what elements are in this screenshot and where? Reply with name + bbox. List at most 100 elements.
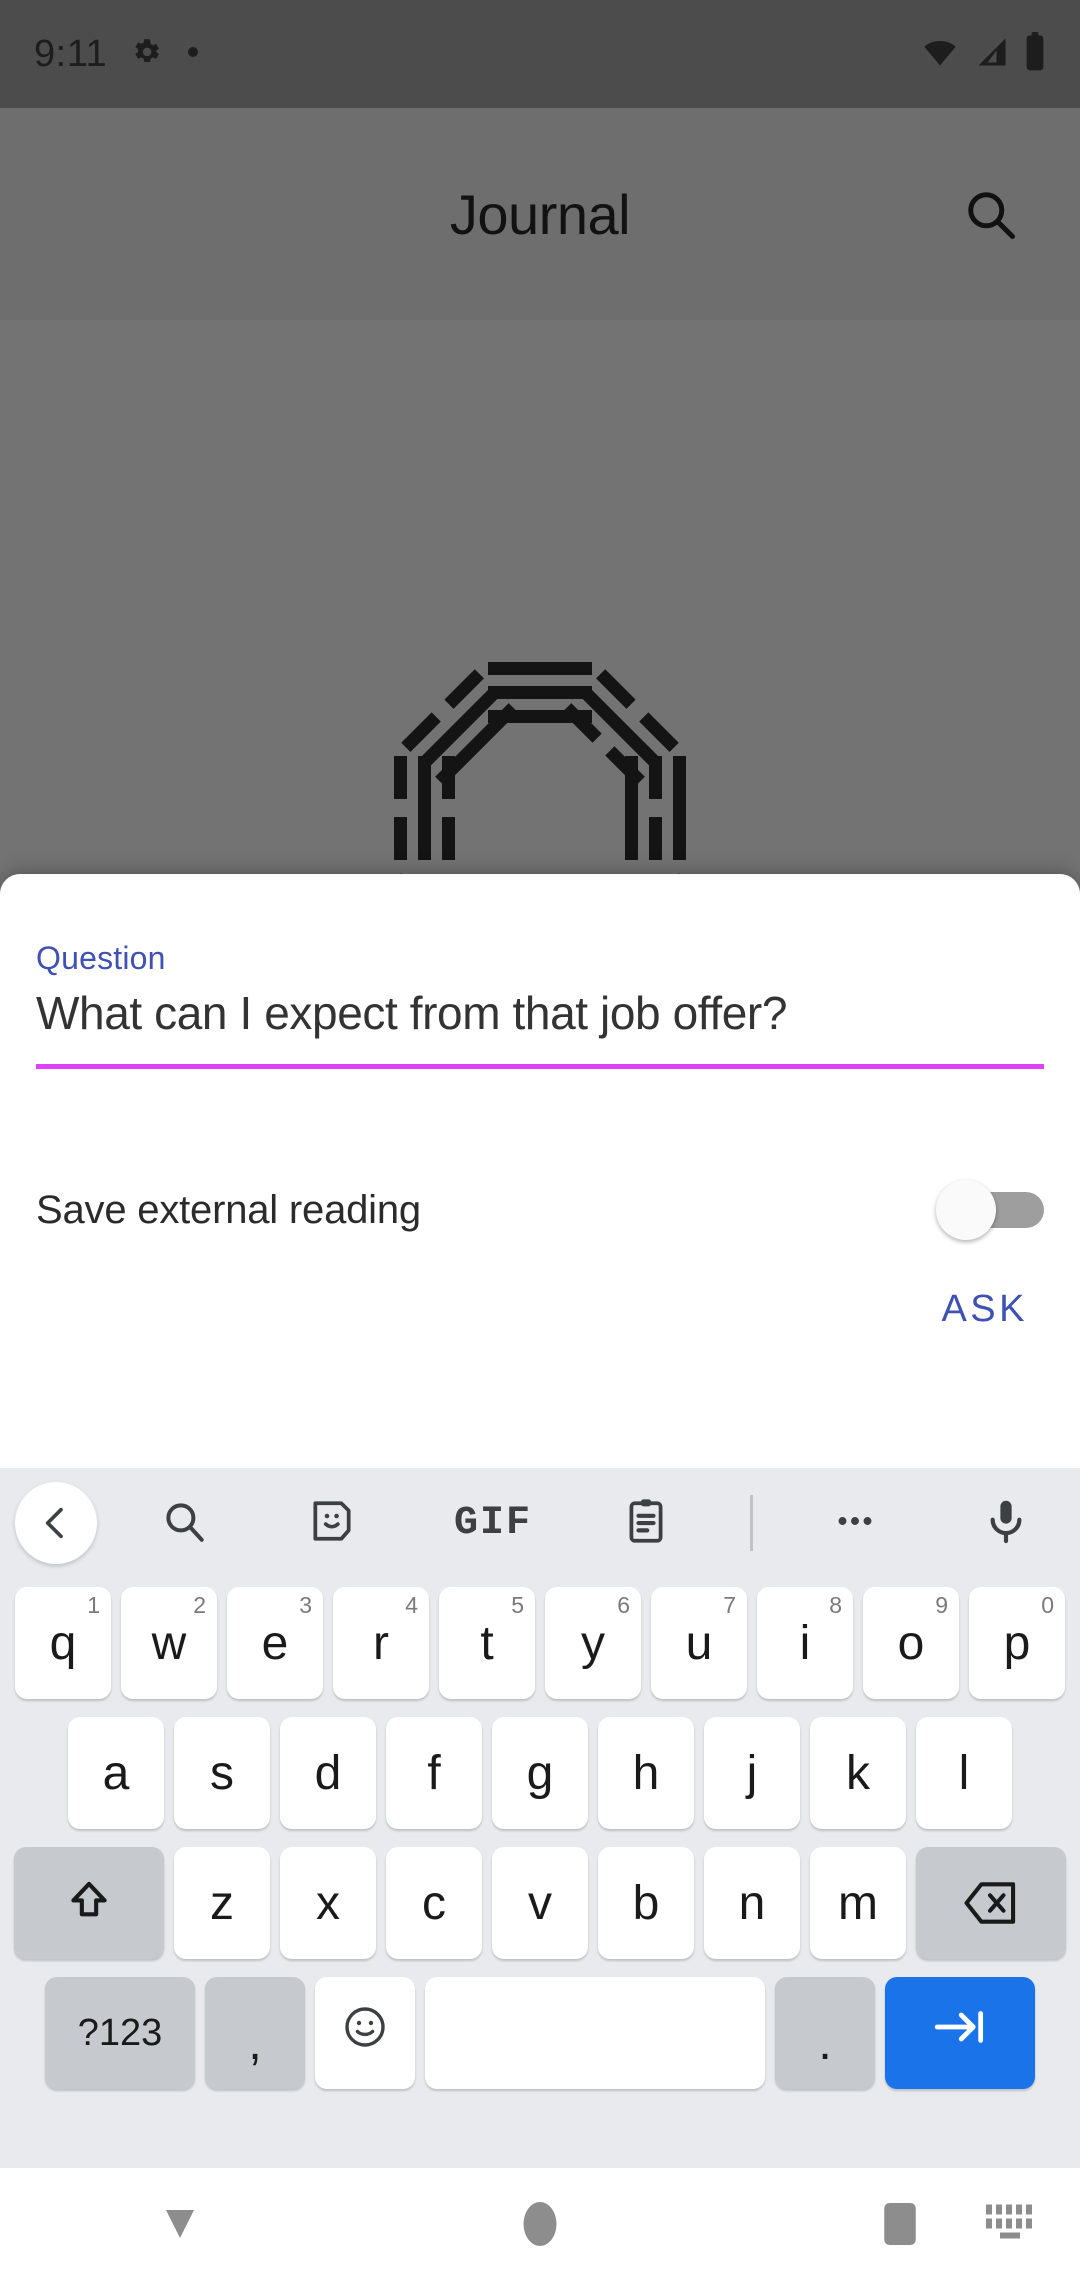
key-hint-3: 3 [299, 1592, 312, 1618]
save-external-reading-row[interactable]: Save external reading [36, 1162, 1044, 1258]
key-c[interactable]: c [386, 1847, 482, 1959]
key-label: g [526, 1746, 554, 1800]
system-nav-bar [0, 2168, 1080, 2280]
toggle-thumb [936, 1180, 996, 1240]
key-a[interactable]: a [68, 1717, 164, 1829]
keyboard-clipboard-button[interactable] [594, 1471, 698, 1575]
key-hint-6: 6 [617, 1592, 630, 1618]
page-title: Journal [449, 182, 631, 246]
question-field-label: Question [36, 940, 166, 976]
key-label: u [685, 1616, 713, 1670]
key-d[interactable]: d [280, 1717, 376, 1829]
microphone-icon[interactable] [981, 1496, 1031, 1551]
key-label: d [314, 1746, 342, 1800]
key-g[interactable]: g [492, 1717, 588, 1829]
key-label: h [632, 1746, 660, 1800]
key-w[interactable]: 2w [121, 1587, 217, 1699]
key-r[interactable]: 4r [333, 1587, 429, 1699]
key-hint-9: 9 [935, 1592, 948, 1618]
key-l[interactable]: l [916, 1717, 1012, 1829]
toolbar-divider [750, 1495, 753, 1551]
key-q[interactable]: 1q [15, 1587, 111, 1699]
key-t[interactable]: 5t [439, 1587, 535, 1699]
enter-key[interactable] [885, 1977, 1035, 2089]
key-label: j [746, 1746, 758, 1800]
key-h[interactable]: h [598, 1717, 694, 1829]
key-label: f [427, 1746, 441, 1800]
keyboard-row-1: 1q2w3e4r5t6y7u8i9o0p [0, 1578, 1080, 1708]
backspace-key[interactable] [916, 1847, 1066, 1959]
key-label: y [581, 1616, 605, 1670]
key-b[interactable]: b [598, 1847, 694, 1959]
dot-icon [185, 44, 201, 65]
key-label: t [480, 1616, 494, 1670]
key-label: p [1003, 1616, 1031, 1670]
gear-icon [129, 35, 163, 74]
tab-next-icon[interactable] [930, 2003, 990, 2063]
shift-key[interactable] [14, 1847, 164, 1959]
key-label: q [49, 1616, 77, 1670]
key-label: k [846, 1746, 870, 1800]
key-s[interactable]: s [174, 1717, 270, 1829]
keyboard-search-button[interactable] [132, 1471, 236, 1575]
save-external-reading-label: Save external reading [36, 1187, 421, 1232]
key-label: l [958, 1746, 970, 1800]
save-external-reading-toggle[interactable] [936, 1180, 1044, 1240]
period-key[interactable]: . [775, 1977, 875, 2089]
emoji-icon[interactable] [341, 2003, 389, 2063]
search-icon[interactable] [159, 1496, 209, 1551]
key-label: w [151, 1616, 187, 1670]
key-label: a [102, 1746, 130, 1800]
keyboard-more-button[interactable] [803, 1471, 907, 1575]
space-key[interactable] [425, 1977, 765, 2089]
key-label: n [738, 1876, 766, 1930]
key-hint-5: 5 [511, 1592, 524, 1618]
symbols-key[interactable]: ?123 [45, 1977, 195, 2089]
key-label: e [261, 1616, 289, 1670]
question-input[interactable] [36, 986, 1044, 1040]
comma-key[interactable]: , [205, 1977, 305, 2089]
clipboard-icon[interactable] [621, 1496, 671, 1551]
key-p[interactable]: 0p [969, 1587, 1065, 1699]
key-x[interactable]: x [280, 1847, 376, 1959]
emoji-key[interactable] [315, 1977, 415, 2089]
key-hint-4: 4 [405, 1592, 418, 1618]
key-label: s [210, 1746, 234, 1800]
key-o[interactable]: 9o [863, 1587, 959, 1699]
nav-home-icon[interactable] [360, 2198, 720, 2250]
nav-back-down-icon[interactable] [0, 2200, 360, 2248]
ask-button[interactable]: ASK [925, 1274, 1044, 1345]
more-options-icon[interactable] [830, 1496, 880, 1551]
key-e[interactable]: 3e [227, 1587, 323, 1699]
key-k[interactable]: k [810, 1717, 906, 1829]
software-keyboard: GIF 1 q 2 w 3 e 4 r 5 t 6 y 7 u 8 i 9 o … [0, 1468, 1080, 2168]
key-label: x [316, 1876, 340, 1930]
keyboard-mic-button[interactable] [954, 1471, 1058, 1575]
key-n[interactable]: n [704, 1847, 800, 1959]
key-hint-7: 7 [723, 1592, 736, 1618]
key-i[interactable]: 8i [757, 1587, 853, 1699]
key-label: z [210, 1876, 234, 1930]
key-v[interactable]: v [492, 1847, 588, 1959]
keyboard-toolbar: GIF [0, 1468, 1080, 1578]
key-label: o [897, 1616, 925, 1670]
gif-icon[interactable]: GIF [454, 1501, 532, 1546]
key-hint-0: 0 [1041, 1592, 1054, 1618]
sticker-icon[interactable] [307, 1496, 357, 1551]
key-label: m [838, 1876, 878, 1930]
key-u[interactable]: 7u [651, 1587, 747, 1699]
keyboard-back-button[interactable] [0, 1471, 104, 1575]
key-z[interactable]: z [174, 1847, 270, 1959]
key-hint-8: 8 [829, 1592, 842, 1618]
status-bar-left: 9:11 [34, 33, 201, 76]
keyboard-gif-button[interactable]: GIF [428, 1471, 558, 1575]
key-y[interactable]: 6y [545, 1587, 641, 1699]
keyboard-row-4: ?123 , . [0, 1968, 1080, 2098]
key-f[interactable]: f [386, 1717, 482, 1829]
keyboard-sticker-button[interactable] [280, 1471, 384, 1575]
keyboard-switcher-icon[interactable] [984, 2201, 1036, 2248]
search-icon[interactable] [942, 166, 1038, 262]
key-m[interactable]: m [810, 1847, 906, 1959]
key-j[interactable]: j [704, 1717, 800, 1829]
back-chevron-icon[interactable] [15, 1482, 97, 1564]
